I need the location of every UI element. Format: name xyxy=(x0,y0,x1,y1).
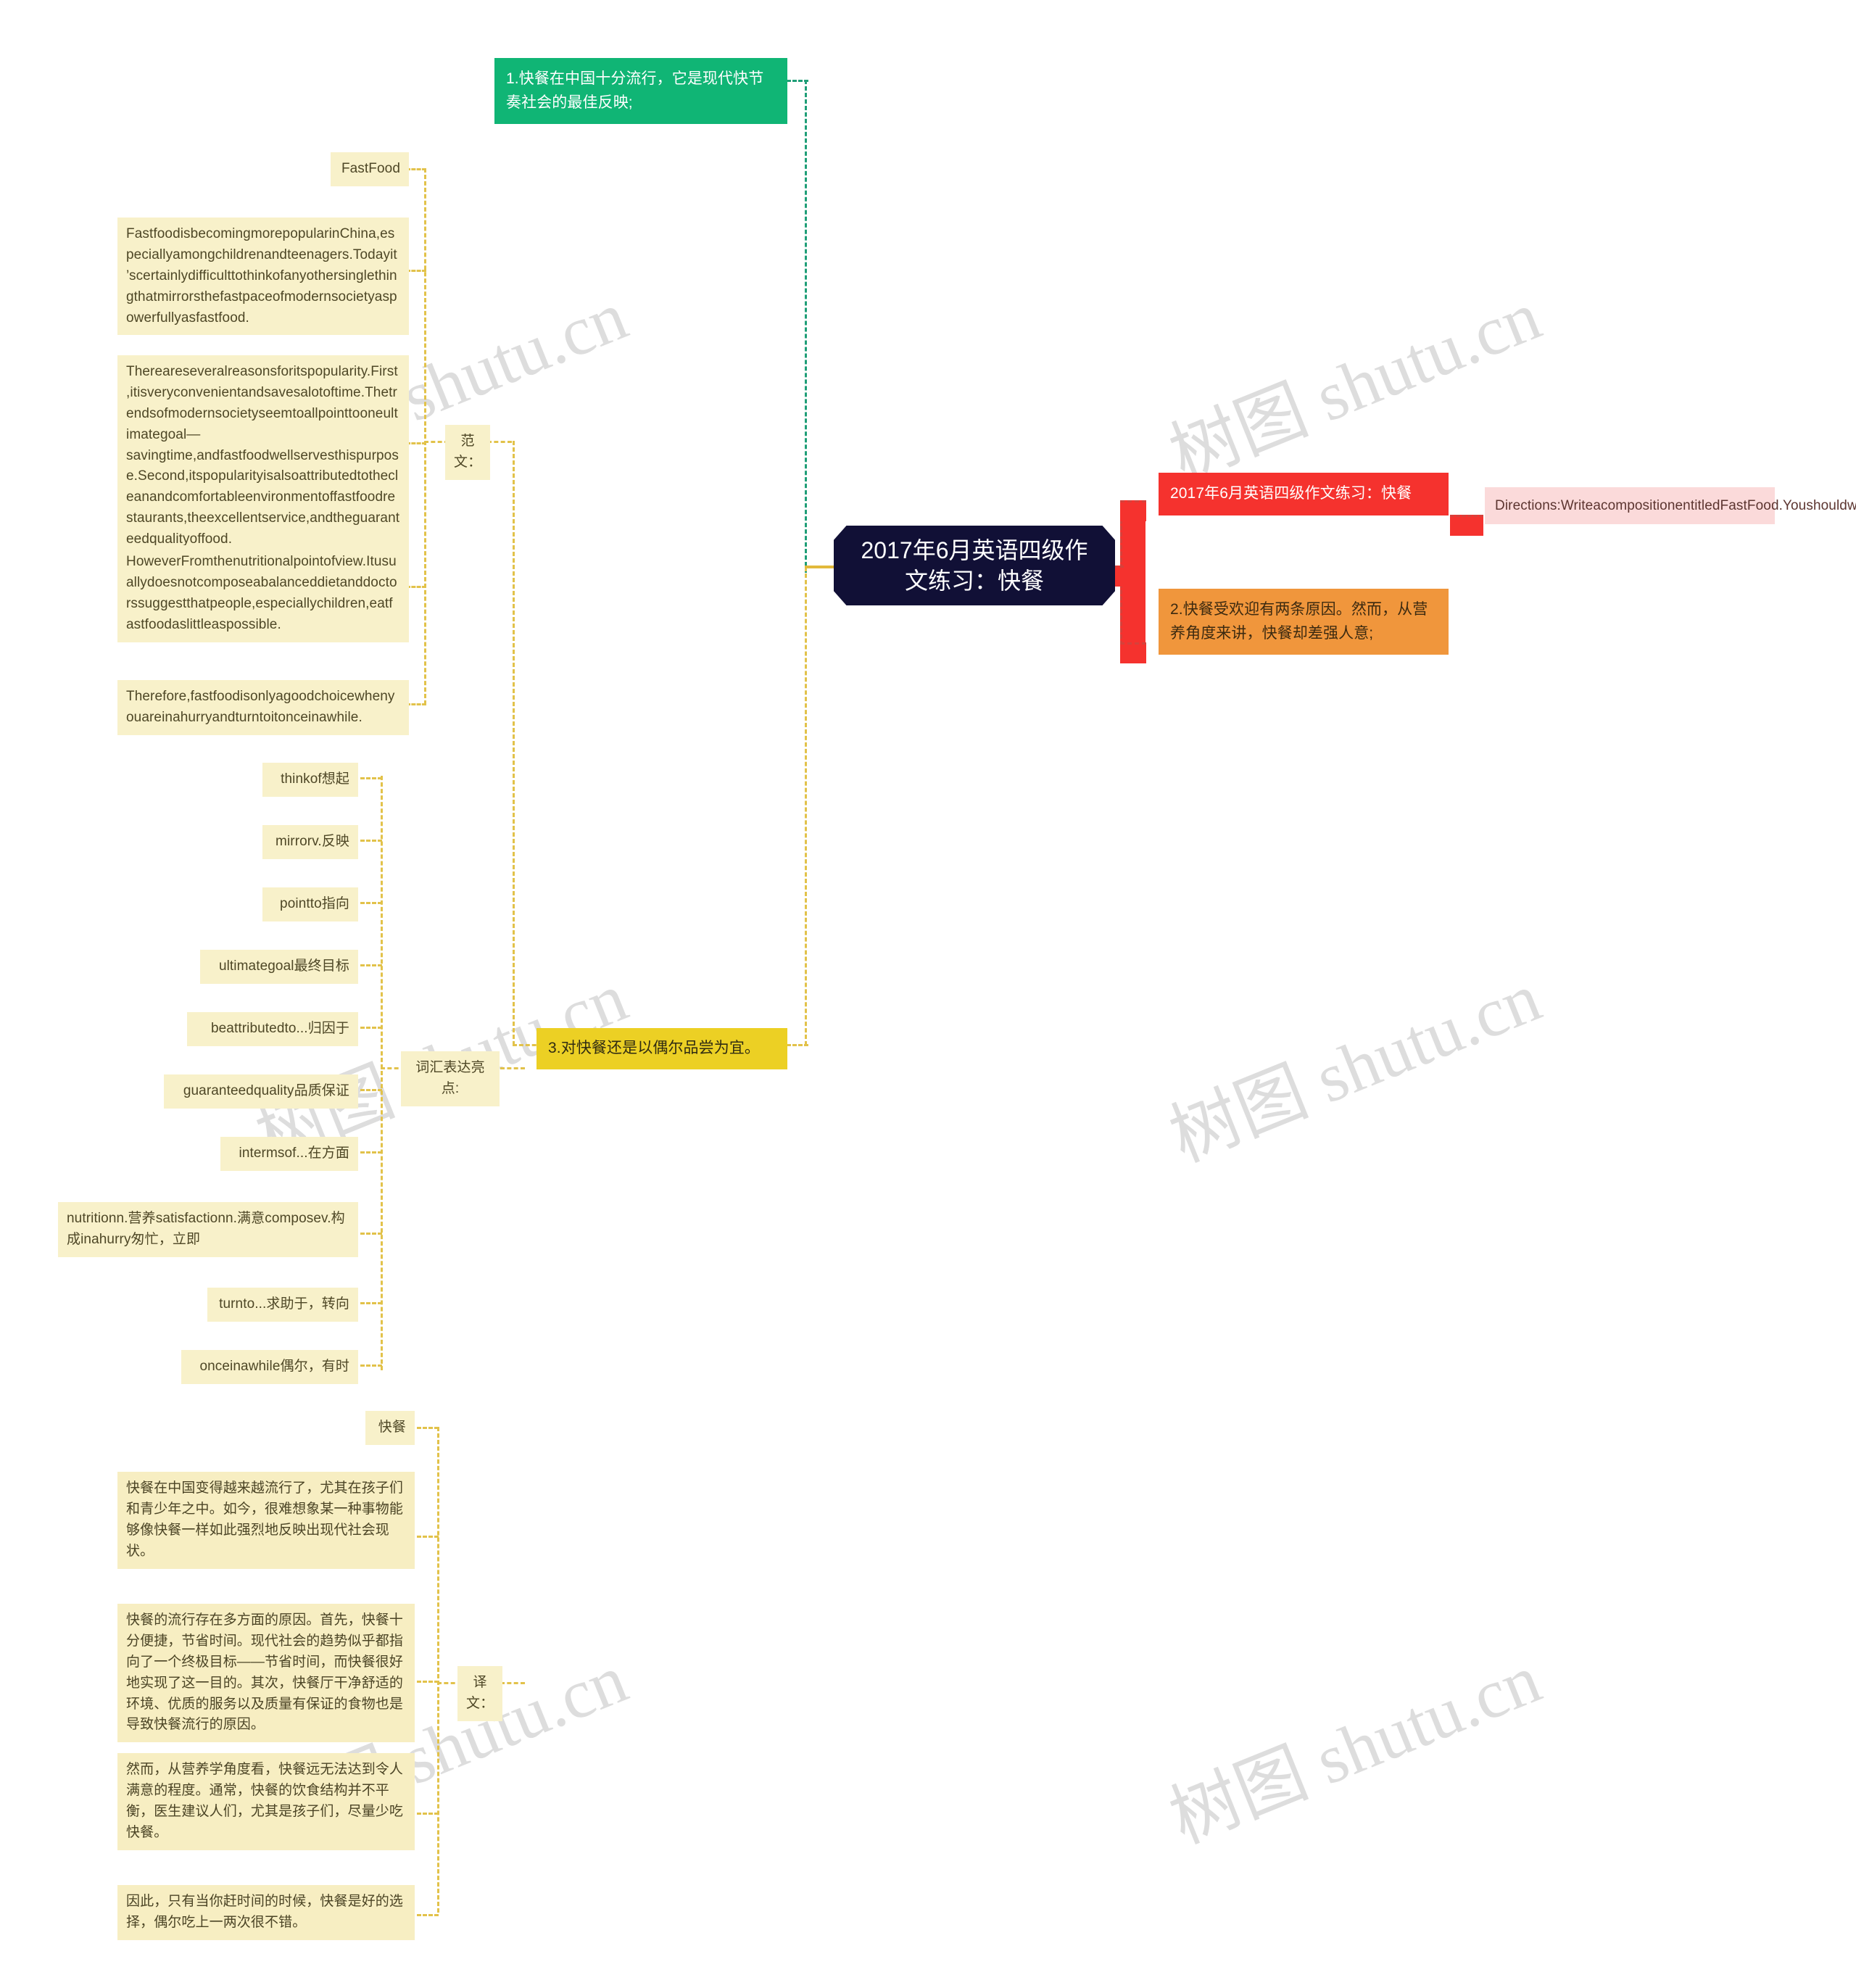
connector-vocab-spine xyxy=(381,776,383,1370)
essay-title-text: FastFood xyxy=(341,161,400,176)
vocabulary-item[interactable]: guaranteedquality品质保证 xyxy=(164,1074,358,1109)
connector-essay-child xyxy=(406,703,426,705)
connector-point1 xyxy=(787,80,808,82)
connector-point3 xyxy=(787,1044,808,1046)
connector-topic-label xyxy=(1120,500,1146,521)
topic-node-label: 2017年6月英语四级作文练习：快餐 xyxy=(1170,485,1412,502)
essay-title-node[interactable]: FastFood xyxy=(331,152,409,186)
essay-branch-label-text: 范文： xyxy=(454,434,482,470)
mindmap-canvas: 树图 shutu.cn 树图 shutu.cn 树图 shutu.cn 树图 s… xyxy=(0,0,1856,1988)
vocabulary-item-text: onceinawhile偶尔，有时 xyxy=(199,1359,349,1374)
connector-translation-child xyxy=(417,1681,439,1683)
vocabulary-item-text: pointto指向 xyxy=(280,896,349,911)
connector-essay-child xyxy=(406,442,426,444)
connector-root-up xyxy=(805,80,807,573)
vocabulary-item[interactable]: mirrorv.反映 xyxy=(262,825,358,859)
connector-vocab-child xyxy=(360,1233,382,1235)
translation-branch-label[interactable]: 译文： xyxy=(457,1666,502,1721)
connector-essay-to-root xyxy=(513,441,515,1045)
connector-essay-child xyxy=(406,586,426,588)
connector-vocab-child xyxy=(360,964,382,966)
translation-paragraph-2-text: 快餐的流行存在多方面的原因。首先，快餐十分便捷，节省时间。现代社会的趋势似乎都指… xyxy=(126,1612,404,1733)
connector-vocab-child xyxy=(360,777,382,779)
translation-title-text: 快餐 xyxy=(378,1420,406,1435)
vocabulary-item[interactable]: nutritionn.营养satisfactionn.满意composev.构成… xyxy=(58,1202,358,1257)
translation-title-node[interactable]: 快餐 xyxy=(365,1411,415,1445)
directions-node-label: Directions:WriteacompositionentitledFast… xyxy=(1495,498,1856,513)
outline-point-2[interactable]: 2.快餐受欢迎有两条原因。然而，从营养角度来讲，快餐却差强人意; xyxy=(1159,589,1449,655)
connector-vocab-label-right xyxy=(500,1067,525,1069)
outline-point-2-label: 2.快餐受欢迎有两条原因。然而，从营养角度来讲，快餐却差强人意; xyxy=(1170,601,1428,642)
connector-root-down xyxy=(805,567,807,1045)
connector-vocab-child xyxy=(360,1302,382,1304)
connector-translation-child xyxy=(417,1914,439,1916)
vocabulary-branch-label[interactable]: 词汇表达亮点: xyxy=(401,1051,500,1106)
vocabulary-item[interactable]: thinkof想起 xyxy=(262,763,358,797)
connector-essay-label-right xyxy=(487,441,512,443)
vocabulary-item[interactable]: ultimategoal最终目标 xyxy=(200,950,358,984)
translation-paragraph-3-text: 然而，从营养学角度看，快餐远无法达到令人满意的程度。通常，快餐的饮食结构并不平衡… xyxy=(126,1762,404,1840)
vocabulary-item-text: beattributedto...归因于 xyxy=(210,1021,349,1036)
connector-translation-label-right xyxy=(500,1682,525,1684)
connector-topic-spine xyxy=(1120,500,1146,645)
vocabulary-item-text: thinkof想起 xyxy=(281,771,349,787)
vocabulary-item-text: guaranteedquality品质保证 xyxy=(183,1083,349,1098)
essay-branch-label[interactable]: 范文： xyxy=(445,425,490,480)
translation-paragraph-4[interactable]: 因此，只有当你赶时间的时候，快餐是好的选择，偶尔吃上一两次很不错。 xyxy=(117,1885,415,1940)
vocabulary-item[interactable]: pointto指向 xyxy=(262,887,358,921)
connector-vocab-child xyxy=(360,1027,382,1029)
vocabulary-item[interactable]: onceinawhile偶尔，有时 xyxy=(181,1350,358,1384)
root-node[interactable]: 2017年6月英语四级作文练习：快餐 xyxy=(834,526,1115,605)
essay-paragraph-1-text: FastfoodisbecomingmorepopularinChina,esp… xyxy=(126,226,397,326)
vocabulary-item-text: mirrorv.反映 xyxy=(276,834,349,849)
directions-node[interactable]: Directions:WriteacompositionentitledFast… xyxy=(1485,487,1856,525)
essay-paragraph-4-text: Therefore,fastfoodisonlyagoodchoicewheny… xyxy=(126,689,395,725)
connector-vocab-child xyxy=(360,840,382,842)
vocabulary-item[interactable]: beattributedto...归因于 xyxy=(187,1012,358,1046)
vocabulary-item[interactable]: intermsof...在方面 xyxy=(220,1137,358,1171)
essay-paragraph-4[interactable]: Therefore,fastfoodisonlyagoodchoicewheny… xyxy=(117,680,409,735)
root-node-label: 2017年6月英语四级作文练习：快餐 xyxy=(861,537,1088,594)
connector-essay-child xyxy=(406,168,426,170)
vocabulary-item[interactable]: turnto...求助于，转向 xyxy=(207,1288,358,1322)
translation-paragraph-4-text: 因此，只有当你赶时间的时候，快餐是好的选择，偶尔吃上一两次很不错。 xyxy=(126,1894,404,1930)
connector-essay-spine xyxy=(424,168,426,705)
outline-point-1[interactable]: 1.快餐在中国十分流行，它是现代快节奏社会的最佳反映; xyxy=(494,58,787,125)
connector-vocab-child xyxy=(360,1089,382,1091)
watermark: 树图 shutu.cn xyxy=(1159,958,1551,1177)
translation-paragraph-1-text: 快餐在中国变得越来越流行了，尤其在孩子们和青少年之中。如今，很难想象某一种事物能… xyxy=(126,1480,404,1559)
connector-vocab-child xyxy=(360,1364,382,1367)
connector-topic-to-directions xyxy=(1450,515,1483,536)
essay-paragraph-1[interactable]: FastfoodisbecomingmorepopularinChina,esp… xyxy=(117,218,409,336)
connector-vocab-child xyxy=(360,1151,382,1154)
vocabulary-item-text: nutritionn.营养satisfactionn.满意composev.构成… xyxy=(67,1211,345,1247)
vocabulary-item-text: ultimategoal最终目标 xyxy=(218,958,349,974)
translation-branch-label-text: 译文： xyxy=(466,1675,494,1711)
vocabulary-branch-label-text: 词汇表达亮点: xyxy=(415,1060,485,1096)
essay-paragraph-3[interactable]: HoweverFromthenutritionalpointofview.Itu… xyxy=(117,545,409,642)
outline-point-1-label: 1.快餐在中国十分流行，它是现代快节奏社会的最佳反映; xyxy=(506,70,764,111)
connector-translation-spine xyxy=(437,1427,439,1913)
connector-root-stub xyxy=(805,566,837,568)
translation-paragraph-2[interactable]: 快餐的流行存在多方面的原因。首先，快餐十分便捷，节省时间。现代社会的趋势似乎都指… xyxy=(117,1604,415,1743)
outline-point-3[interactable]: 3.对快餐还是以偶尔品尝为宜。 xyxy=(536,1028,787,1069)
essay-paragraph-2[interactable]: Thereareseveralreasonsforitspopularity.F… xyxy=(117,355,409,557)
watermark: 树图 shutu.cn xyxy=(1159,276,1551,495)
connector-essay-child xyxy=(406,270,426,272)
essay-paragraph-2-text: Thereareseveralreasonsforitspopularity.F… xyxy=(126,364,400,547)
vocabulary-item-text: intermsof...在方面 xyxy=(239,1146,349,1161)
topic-node[interactable]: 2017年6月英语四级作文练习：快餐 xyxy=(1159,473,1449,515)
translation-paragraph-1[interactable]: 快餐在中国变得越来越流行了，尤其在孩子们和青少年之中。如今，很难想象某一种事物能… xyxy=(117,1472,415,1569)
translation-paragraph-3[interactable]: 然而，从营养学角度看，快餐远无法达到令人满意的程度。通常，快餐的饮食结构并不平衡… xyxy=(117,1753,415,1850)
outline-point-3-label: 3.对快餐还是以偶尔品尝为宜。 xyxy=(548,1040,761,1056)
vocabulary-item-text: turnto...求助于，转向 xyxy=(219,1296,349,1312)
connector-topic-point2 xyxy=(1120,642,1146,663)
watermark: 树图 shutu.cn xyxy=(1159,1639,1551,1858)
essay-paragraph-3-text: HoweverFromthenutritionalpointofview.Itu… xyxy=(126,554,397,632)
connector-translation-child xyxy=(417,1813,439,1815)
connector-translation-child xyxy=(417,1427,439,1429)
connector-translation-child xyxy=(417,1536,439,1538)
connector-vocab-child xyxy=(360,902,382,904)
